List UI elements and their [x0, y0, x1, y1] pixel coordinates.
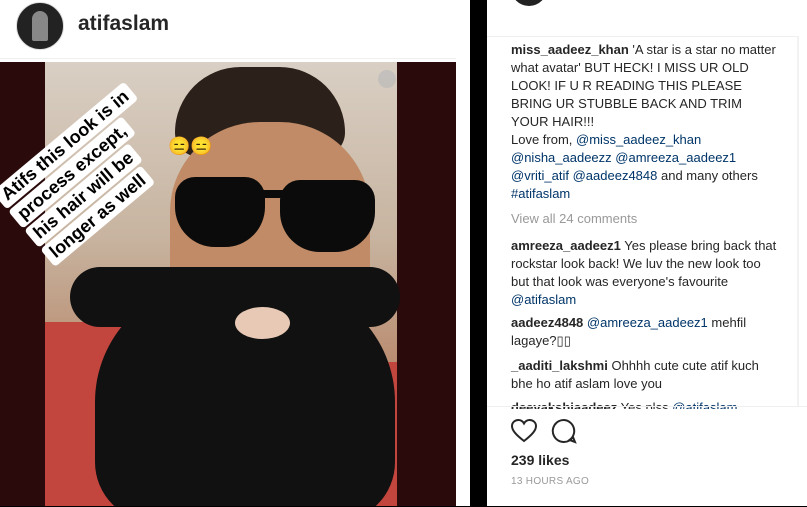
post-header: atifaslam: [0, 0, 456, 59]
corner-dot: [378, 70, 396, 88]
comment-hashtag[interactable]: #atifaslam: [511, 186, 570, 201]
image-border-right: [397, 62, 456, 506]
comments-list[interactable]: miss_aadeez_khan 'A star is a star no ma…: [487, 36, 799, 409]
likes-count[interactable]: 239 likes: [511, 452, 569, 468]
post-media-panel: atifaslam Atifs this look is in process …: [0, 0, 470, 506]
comment-mention[interactable]: @amreeza_aadeez1: [587, 315, 708, 330]
comment-extra: Love from,: [511, 132, 577, 147]
comment-caption: miss_aadeez_khan 'A star is a star no ma…: [511, 41, 781, 203]
comment-item: amreeza_aadeez1 Yes please bring back th…: [511, 237, 781, 309]
comments-scrollbar[interactable]: [797, 36, 799, 406]
comment-item: aadeez4848 @amreeza_aadeez1 mehfil lagay…: [511, 314, 781, 350]
avatar[interactable]: [16, 2, 64, 50]
post-image[interactable]: Atifs this look is in process except, hi…: [0, 62, 456, 506]
sunglasses-bridge: [262, 190, 284, 198]
mouth: [235, 307, 290, 339]
image-border-left: [0, 62, 45, 506]
comment-icon[interactable]: [551, 418, 577, 444]
comment-user[interactable]: miss_aadeez_khan: [511, 42, 629, 57]
view-all-comments-link[interactable]: View all 24 comments: [511, 211, 637, 226]
post-actions: 239 likes 13 HOURS AGO: [487, 406, 807, 507]
emoji-sticker: 😑😑: [168, 136, 213, 156]
comment-user[interactable]: amreeza_aadeez1: [511, 238, 621, 253]
comment-tail: and many others: [657, 168, 758, 183]
sunglasses-right-lens: [280, 180, 375, 252]
comment-user[interactable]: _aaditi_lakshmi: [511, 358, 608, 373]
post-username[interactable]: atifaslam: [78, 12, 169, 36]
heart-icon[interactable]: [511, 419, 537, 443]
comment-mention[interactable]: @atifaslam: [511, 292, 576, 307]
comments-panel: miss_aadeez_khan 'A star is a star no ma…: [487, 0, 807, 506]
top-avatar[interactable]: [511, 0, 547, 6]
avatar-figure: [32, 11, 48, 41]
post-timestamp: 13 HOURS AGO: [511, 476, 590, 487]
comment-item: _aaditi_lakshmi Ohhhh cute cute atif kuc…: [511, 357, 781, 393]
sunglasses-left-lens: [175, 177, 265, 247]
comment-user[interactable]: aadeez4848: [511, 315, 583, 330]
